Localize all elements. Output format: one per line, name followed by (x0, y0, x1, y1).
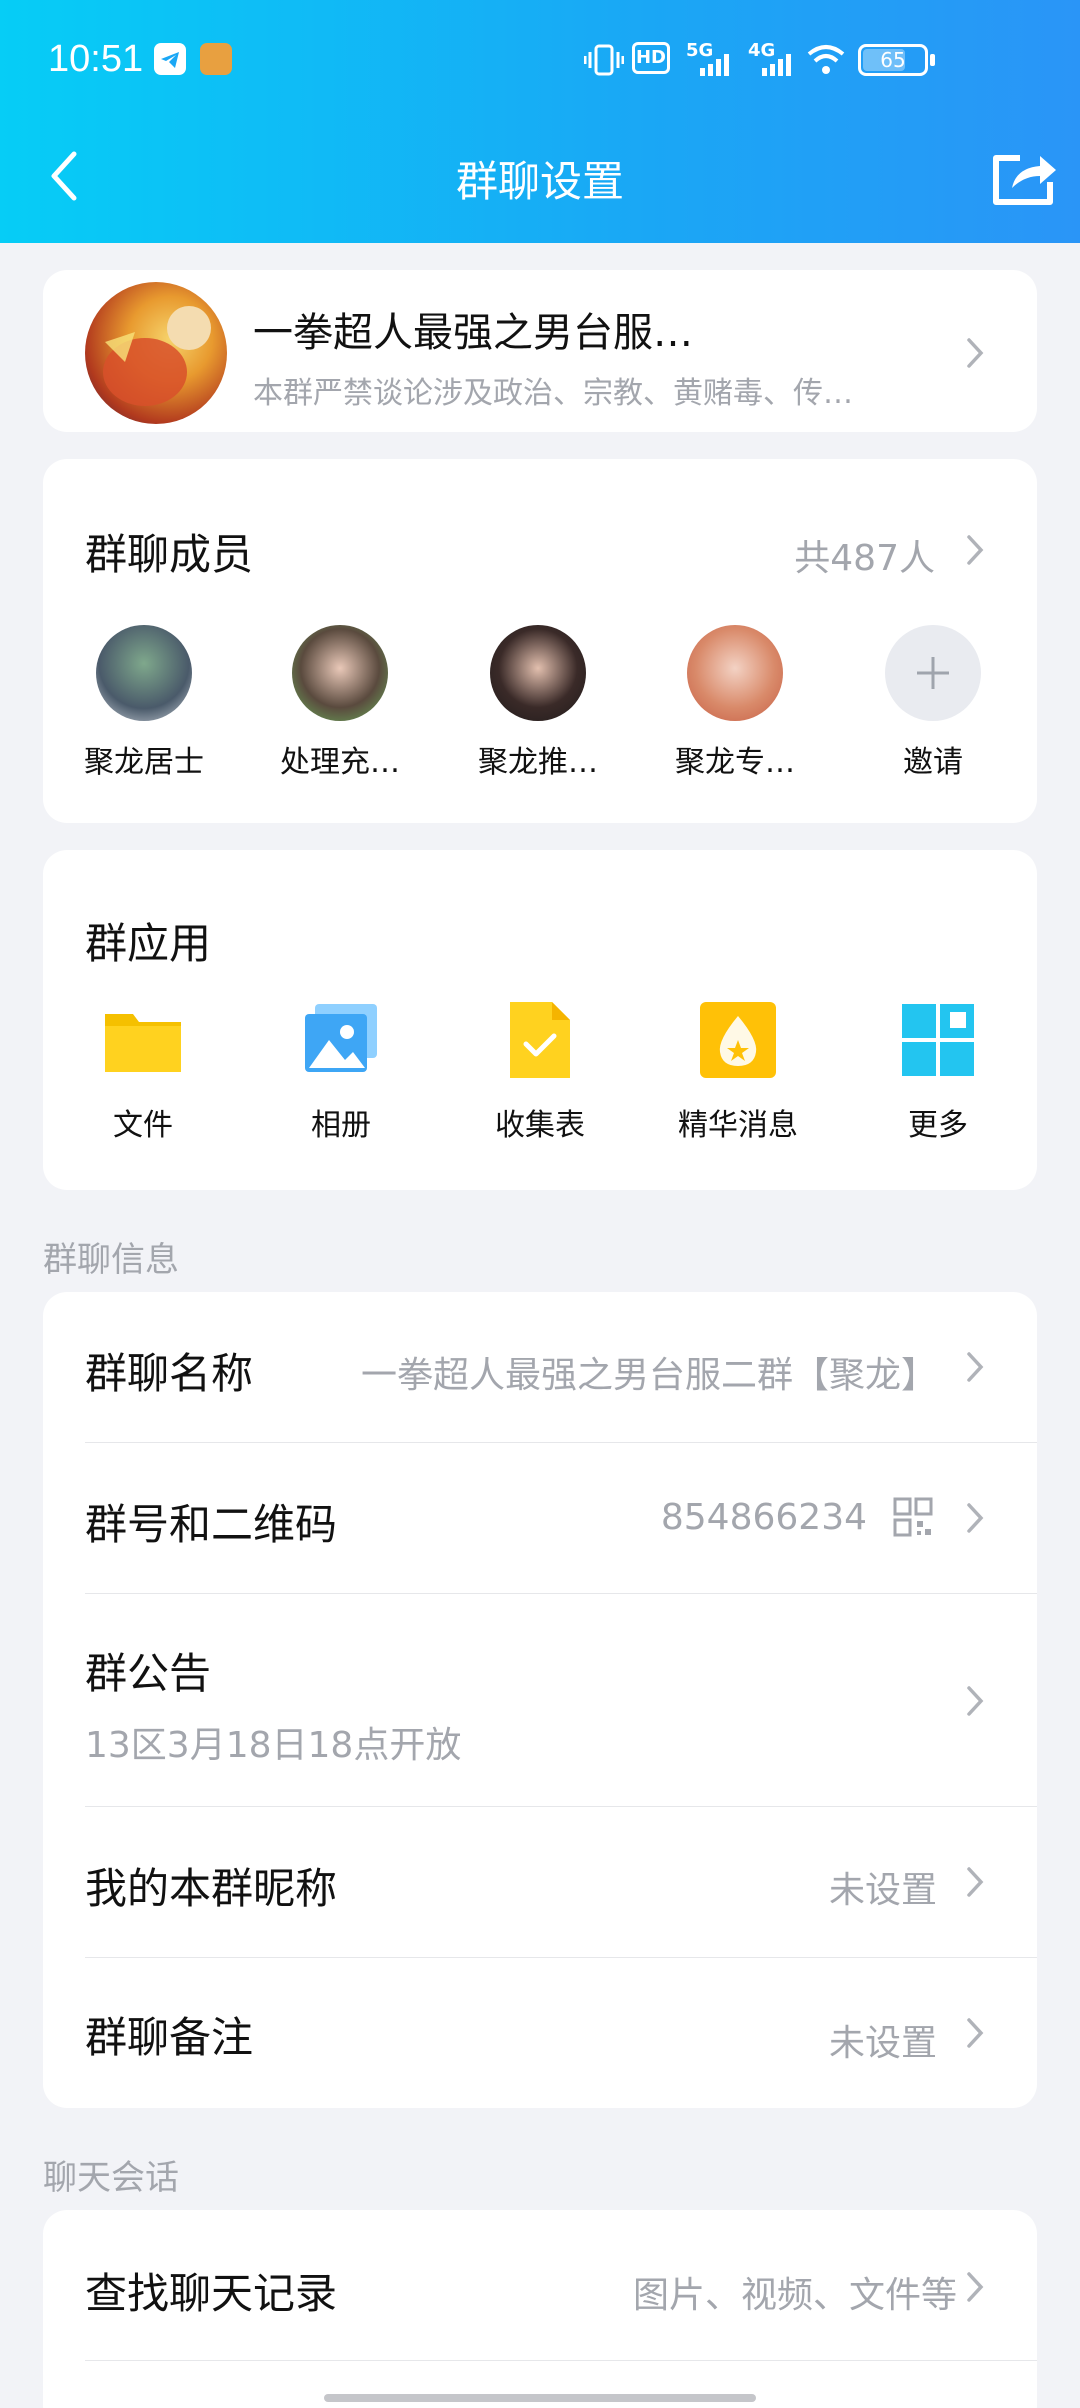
app-item-album[interactable]: 相册 (256, 1000, 426, 1144)
row-label: 群公告 (85, 1649, 212, 1698)
group-profile-card[interactable]: 一拳超人最强之男台服… 本群严禁谈论涉及政治、宗教、黄赌毒、传… (43, 270, 1037, 432)
member-avatar (292, 625, 388, 721)
group-apps-card: 群应用 文件 相册 收集表 精华消息 更多 (43, 850, 1037, 1190)
chevron-right-icon (967, 338, 984, 368)
row-value: 未设置 (828, 1870, 937, 1911)
plus-icon (885, 625, 981, 721)
apps-title: 群应用 (85, 919, 212, 968)
app-label: 文件 (113, 1108, 173, 1143)
battery-tip (930, 54, 935, 66)
row-label: 查找聊天记录 (85, 2269, 338, 2318)
share-icon[interactable] (990, 148, 1058, 206)
app-label: 精华消息 (678, 1108, 798, 1143)
chevron-right-icon (967, 1503, 984, 1533)
member-avatar (687, 625, 783, 721)
member-item[interactable]: 聚龙专… (660, 625, 810, 781)
row-label: 我的本群昵称 (85, 1864, 338, 1913)
member-name: 聚龙专… (675, 745, 795, 780)
signal-5g-icon (700, 54, 729, 76)
row-group-name[interactable]: 群聊名称 一拳超人最强之男台服二群【聚龙】 (43, 1292, 1037, 1442)
invite-label: 邀请 (903, 745, 963, 780)
telegram-icon (154, 43, 186, 75)
app-label: 相册 (311, 1108, 371, 1143)
home-indicator[interactable] (324, 2394, 756, 2402)
group-name: 一拳超人最强之男台服… (253, 310, 693, 356)
folder-icon (103, 1000, 183, 1080)
game-app-icon (200, 43, 232, 75)
members-card: 群聊成员 共487人 聚龙居士 处理充… 聚龙推… 聚龙专… 邀请 (43, 459, 1037, 823)
chevron-right-icon (967, 2018, 984, 2048)
row-label: 群聊备注 (85, 2013, 254, 2062)
row-group-remark[interactable]: 群聊备注 未设置 (43, 1958, 1037, 2108)
app-item-more[interactable]: 更多 (853, 1000, 1023, 1144)
members-title: 群聊成员 (85, 530, 254, 579)
member-avatar (490, 625, 586, 721)
member-item[interactable]: 聚龙居士 (69, 625, 219, 781)
vibrate-icon (584, 44, 624, 76)
row-group-notice[interactable]: 群公告 13区3月18日18点开放 (43, 1594, 1037, 1806)
status-bar: 10:51 HD 5G 4G 65 (0, 0, 1080, 120)
row-search-history[interactable]: 查找聊天记录 图片、视频、文件等 (43, 2210, 1037, 2360)
app-item-file[interactable]: 文件 (58, 1000, 228, 1144)
row-label: 群号和二维码 (85, 1500, 338, 1549)
row-label: 群聊名称 (85, 1349, 254, 1398)
app-label: 收集表 (495, 1108, 585, 1143)
notice-preview: 13区3月18日18点开放 (85, 1725, 462, 1766)
chat-card: 查找聊天记录 图片、视频、文件等 (43, 2210, 1037, 2408)
row-value: 一拳超人最强之男台服二群【聚龙】 (360, 1355, 937, 1396)
group-avatar (85, 282, 227, 424)
member-item[interactable]: 聚龙推… (463, 625, 613, 781)
member-avatar (96, 625, 192, 721)
status-time: 10:51 (48, 38, 144, 80)
app-label: 更多 (908, 1108, 968, 1143)
signal-4g-icon (762, 54, 791, 76)
battery-level: 65 (880, 48, 906, 72)
app-item-form[interactable]: 收集表 (455, 1000, 625, 1144)
member-name: 聚龙推… (478, 745, 598, 780)
qrcode-icon (893, 1497, 933, 1537)
member-name: 处理充… (280, 745, 400, 780)
section-label-chat: 聊天会话 (43, 2158, 179, 2198)
chevron-right-icon[interactable] (965, 533, 985, 567)
row-my-nickname[interactable]: 我的本群昵称 未设置 (43, 1807, 1037, 1957)
group-info-card: 群聊名称 一拳超人最强之男台服二群【聚龙】 群号和二维码 854866234 群… (43, 1292, 1037, 2108)
battery-icon: 65 (858, 44, 928, 76)
grid-icon (898, 1000, 978, 1080)
app-item-essence[interactable]: 精华消息 (653, 1000, 823, 1144)
member-count[interactable]: 共487人 (794, 529, 935, 581)
row-value: 未设置 (828, 2023, 937, 2064)
form-icon (500, 1000, 580, 1080)
photo-album-icon (301, 1000, 381, 1080)
group-description: 本群严禁谈论涉及政治、宗教、黄赌毒、传… (253, 376, 853, 411)
member-name: 聚龙居士 (84, 745, 204, 780)
section-label-info: 群聊信息 (43, 1240, 179, 1280)
row-group-id-qrcode[interactable]: 群号和二维码 854866234 (43, 1443, 1037, 1593)
group-id-value: 854866234 (660, 1497, 867, 1538)
hd-icon: HD (632, 42, 670, 74)
essence-icon (698, 1000, 778, 1080)
chevron-right-icon (967, 2272, 984, 2302)
divider (85, 2360, 1037, 2361)
row-value: 图片、视频、文件等 (632, 2275, 957, 2316)
member-item[interactable]: 处理充… (265, 625, 415, 781)
chevron-right-icon (967, 1352, 984, 1382)
page-title: 群聊设置 (455, 157, 624, 206)
chevron-right-icon (967, 1867, 984, 1897)
invite-button[interactable]: 邀请 (858, 625, 1008, 781)
header-bar: 10:51 HD 5G 4G 65 群聊设置 (0, 0, 1080, 243)
chevron-right-icon (967, 1686, 984, 1716)
wifi-icon (807, 45, 845, 74)
